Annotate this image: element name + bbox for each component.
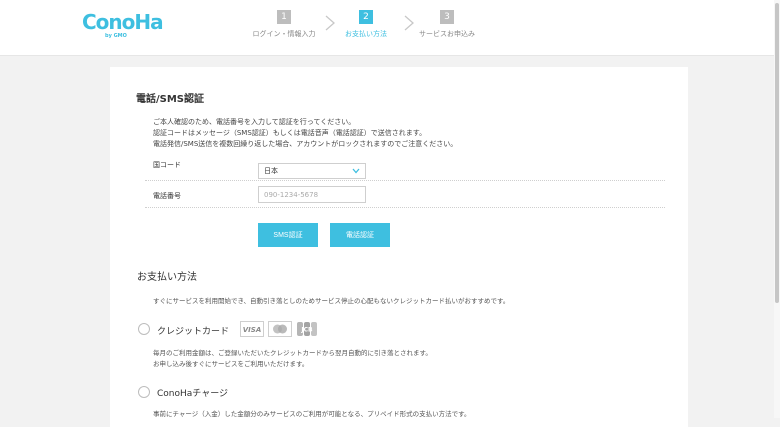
visa-icon: VISA bbox=[240, 321, 264, 337]
jcb-icon: JCB bbox=[297, 322, 317, 336]
conoha-charge-desc: 事前にチャージ（入金）した金額分のみサービスのご利用が可能となる、プリペイド形式… bbox=[153, 410, 471, 418]
svg-text:VISA: VISA bbox=[243, 326, 261, 334]
step-1: 1 ログイン・情報入力 bbox=[249, 10, 319, 39]
credit-card-radio[interactable] bbox=[138, 323, 150, 335]
conoha-charge-label[interactable]: ConoHaチャージ bbox=[157, 386, 228, 399]
conoha-charge-radio[interactable] bbox=[138, 386, 150, 398]
svg-text:JCB: JCB bbox=[300, 327, 313, 334]
scrollbar[interactable] bbox=[774, 0, 780, 418]
scrollbar-thumb[interactable] bbox=[775, 3, 779, 303]
credit-card-desc-line-1: 毎月のご利用金額は、ご登録いただいたクレジットカードから翌月自動的に引き落とされ… bbox=[153, 349, 432, 357]
country-code-select[interactable]: 日本 bbox=[258, 163, 366, 179]
logo-sub: by GMO bbox=[105, 33, 127, 39]
payment-section-title: お支払い方法 bbox=[137, 272, 197, 283]
phone-verify-button[interactable]: 電話認証 bbox=[330, 223, 390, 247]
country-code-value: 日本 bbox=[264, 167, 278, 175]
payment-intro: すぐにサービスを利用開始でき、自動引き落としのためサービス停止の心配もないクレジ… bbox=[153, 297, 510, 305]
logo-text: ConoHa bbox=[82, 10, 164, 34]
sms-desc-line-3: 電話発信/SMS送信を複数回繰り返した場合、アカウントがロックされますのでご注意… bbox=[153, 140, 458, 148]
mastercard-icon bbox=[268, 321, 292, 337]
chevron-right-icon bbox=[325, 15, 335, 31]
step-number: 2 bbox=[359, 10, 373, 24]
top-bar: ConoHa by GMO 1 ログイン・情報入力 2 お支払い方法 3 サービ… bbox=[0, 0, 780, 56]
sms-desc-line-1: ご本人確認のため、電話番号を入力して認証を行ってください。 bbox=[153, 118, 356, 126]
conoha-logo[interactable]: ConoHa by GMO bbox=[82, 10, 164, 40]
chevron-down-icon bbox=[352, 168, 360, 174]
country-code-label: 国コード bbox=[153, 161, 181, 169]
credit-card-desc-line-2: お申し込み後すぐにサービスをご利用いただけます。 bbox=[153, 360, 309, 368]
credit-card-label[interactable]: クレジットカード bbox=[157, 324, 229, 337]
sms-desc-line-2: 認証コードはメッセージ（SMS認証）もしくは電話音声（電話認証）で送信されます。 bbox=[153, 129, 427, 137]
phone-number-input[interactable] bbox=[258, 186, 366, 203]
step-number: 3 bbox=[440, 10, 454, 24]
step-label: お支払い方法 bbox=[345, 30, 387, 38]
step-label: ログイン・情報入力 bbox=[252, 30, 316, 38]
divider bbox=[145, 207, 665, 208]
step-number: 1 bbox=[277, 10, 291, 24]
step-3: 3 サービスお申込み bbox=[414, 10, 480, 39]
phone-number-label: 電話番号 bbox=[153, 192, 181, 200]
sms-verify-button[interactable]: SMS認証 bbox=[258, 223, 318, 247]
step-2: 2 お支払い方法 bbox=[338, 10, 394, 39]
sms-section-title: 電話/SMS認証 bbox=[136, 94, 205, 105]
step-label: サービスお申込み bbox=[419, 30, 475, 38]
divider bbox=[145, 180, 665, 181]
